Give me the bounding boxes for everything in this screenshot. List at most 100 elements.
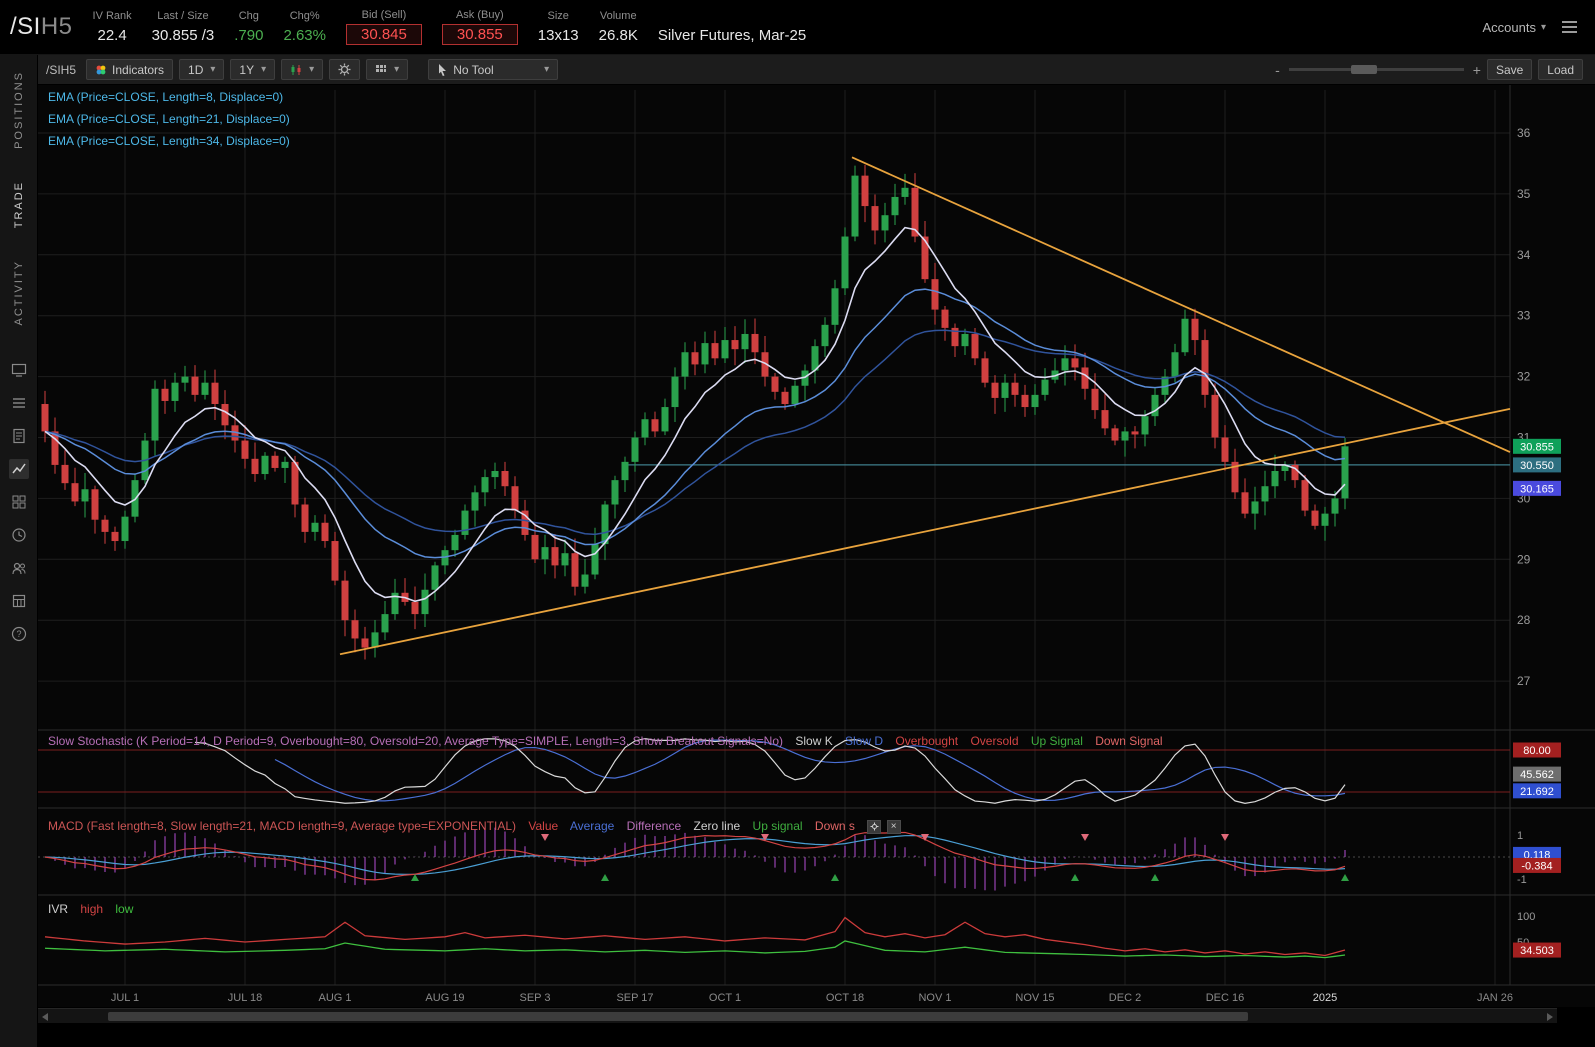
macd-average-label: Average [570, 819, 614, 833]
note-icon[interactable] [9, 426, 29, 446]
macd-up-signal-label: Up signal [753, 819, 803, 833]
svg-text:2025: 2025 [1313, 992, 1337, 1004]
ask-label: Ask (Buy) [442, 9, 518, 23]
chart-settings-button[interactable] [329, 59, 360, 80]
sidebar-tab-positions[interactable]: POSITIONS [13, 71, 25, 149]
accounts-dropdown[interactable]: Accounts ▾ [1482, 20, 1546, 35]
svg-text:NOV 15: NOV 15 [1015, 992, 1054, 1004]
drawing-tool-dropdown[interactable]: No Tool ▾ [428, 59, 558, 80]
last-size-value: 30.855 /3 [152, 27, 215, 44]
grid-icon[interactable] [9, 492, 29, 512]
macd-settings-gear-icon[interactable] [867, 820, 881, 834]
indicators-button[interactable]: Indicators [86, 59, 173, 80]
instrument-description: Silver Futures, Mar-25 [658, 27, 806, 44]
oversold-label: Oversold [970, 734, 1018, 748]
gear-icon [338, 63, 351, 76]
overbought-label: Overbought [895, 734, 958, 748]
chg-value: .790 [234, 27, 263, 44]
accounts-label: Accounts [1482, 20, 1535, 35]
field-chg: Chg .790 [234, 10, 263, 44]
svg-text:NOV 1: NOV 1 [918, 992, 951, 1004]
scrollbar-thumb[interactable] [108, 1012, 1248, 1021]
svg-text:80.00: 80.00 [1523, 745, 1551, 757]
instrument-symbol: /SIH5 [10, 13, 73, 41]
field-size: Size 13x13 [538, 10, 579, 44]
pattern-dropdown[interactable]: ▾ [366, 59, 408, 80]
field-last-size: Last / Size 30.855 /3 [152, 10, 215, 44]
slow-k-label: Slow K [795, 734, 832, 748]
main-chart[interactable]: 36353433323130292827JUL 1JUL 18AUG 1AUG … [38, 85, 1595, 1007]
monitor-icon[interactable] [9, 360, 29, 380]
svg-text:SEP 3: SEP 3 [520, 992, 551, 1004]
time-scrollbar[interactable] [38, 1008, 1557, 1023]
chevron-down-icon: ▾ [261, 64, 266, 75]
up-signal-label: Up Signal [1031, 734, 1083, 748]
scroll-right-icon[interactable] [1547, 1013, 1553, 1021]
stack-icon[interactable] [9, 591, 29, 611]
candlestick-icon [290, 64, 302, 76]
ema34-legend: EMA (Price=CLOSE, Length=34, Displace=0) [48, 134, 290, 148]
svg-text:28: 28 [1517, 613, 1531, 627]
field-ask: Ask (Buy) 30.855 [442, 9, 518, 45]
zoom-in-button[interactable]: + [1473, 62, 1481, 78]
ivr-low-label: low [115, 902, 133, 916]
ivr-legend: IVR high low [48, 902, 142, 916]
svg-text:?: ? [16, 629, 21, 639]
bid-label: Bid (Sell) [346, 9, 422, 23]
svg-text:21.692: 21.692 [1520, 786, 1554, 798]
svg-text:100: 100 [1517, 911, 1535, 923]
list-icon[interactable] [9, 393, 29, 413]
help-icon[interactable]: ? [9, 624, 29, 644]
macd-close-icon[interactable]: × [887, 820, 901, 834]
timeframe-dropdown[interactable]: 1D ▾ [179, 59, 224, 80]
quote-header: /SIH5 IV Rank 22.4 Last / Size 30.855 /3… [0, 0, 1595, 55]
indicators-label: Indicators [112, 63, 164, 77]
save-button[interactable]: Save [1487, 59, 1532, 80]
symbol-root: /SI [10, 13, 41, 40]
chevron-down-icon: ▾ [1541, 22, 1546, 33]
bid-button[interactable]: 30.845 [346, 24, 422, 45]
size-label: Size [538, 10, 579, 24]
chart-type-dropdown[interactable]: ▾ [281, 59, 323, 80]
down-signal-label: Down Signal [1095, 734, 1162, 748]
chg-label: Chg [234, 10, 263, 24]
chg-pct-value: 2.63% [283, 27, 326, 44]
pattern-grid-icon [375, 64, 387, 76]
zoom-slider[interactable] [1289, 68, 1464, 71]
chevron-down-icon: ▾ [394, 64, 399, 75]
macd-legend: MACD (Fast length=8, Slow length=21, MAC… [48, 819, 903, 834]
clock-icon[interactable] [9, 525, 29, 545]
svg-text:34: 34 [1517, 248, 1531, 262]
iv-rank-value: 22.4 [93, 27, 132, 44]
users-icon[interactable] [9, 558, 29, 578]
field-volume: Volume 26.8K [599, 10, 638, 44]
svg-text:DEC 2: DEC 2 [1109, 992, 1141, 1004]
sidebar-tab-trade[interactable]: TRADE [13, 181, 25, 228]
svg-text:1: 1 [1517, 830, 1523, 842]
zoom-slider-thumb[interactable] [1351, 65, 1377, 74]
indicators-pinwheel-icon [95, 64, 107, 76]
load-button[interactable]: Load [1538, 59, 1583, 80]
iv-rank-label: IV Rank [93, 10, 132, 24]
sidebar-tab-activity[interactable]: ACTIVITY [13, 260, 25, 326]
stochastic-legend: Slow Stochastic (K Period=14, D Period=9… [48, 734, 1172, 748]
field-chg-pct: Chg% 2.63% [283, 10, 326, 44]
svg-text:AUG 1: AUG 1 [318, 992, 351, 1004]
svg-text:OCT 1: OCT 1 [709, 992, 741, 1004]
svg-text:AUG 19: AUG 19 [425, 992, 464, 1004]
chevron-down-icon: ▾ [544, 64, 549, 75]
svg-text:35: 35 [1517, 187, 1531, 201]
macd-title: MACD (Fast length=8, Slow length=21, MAC… [48, 819, 516, 833]
toolbar-symbol-label: /SIH5 [46, 63, 76, 77]
menu-icon[interactable] [1558, 17, 1581, 37]
zoom-out-button[interactable]: - [1275, 62, 1280, 78]
slow-d-label: Slow D [845, 734, 883, 748]
svg-text:JUL 1: JUL 1 [111, 992, 139, 1004]
chart-icon[interactable] [9, 459, 29, 479]
range-dropdown[interactable]: 1Y ▾ [230, 59, 275, 80]
scroll-left-icon[interactable] [42, 1013, 48, 1021]
ask-button[interactable]: 30.855 [442, 24, 518, 45]
svg-text:33: 33 [1517, 309, 1531, 323]
macd-difference-label: Difference [627, 819, 681, 833]
tool-label: No Tool [453, 63, 493, 77]
